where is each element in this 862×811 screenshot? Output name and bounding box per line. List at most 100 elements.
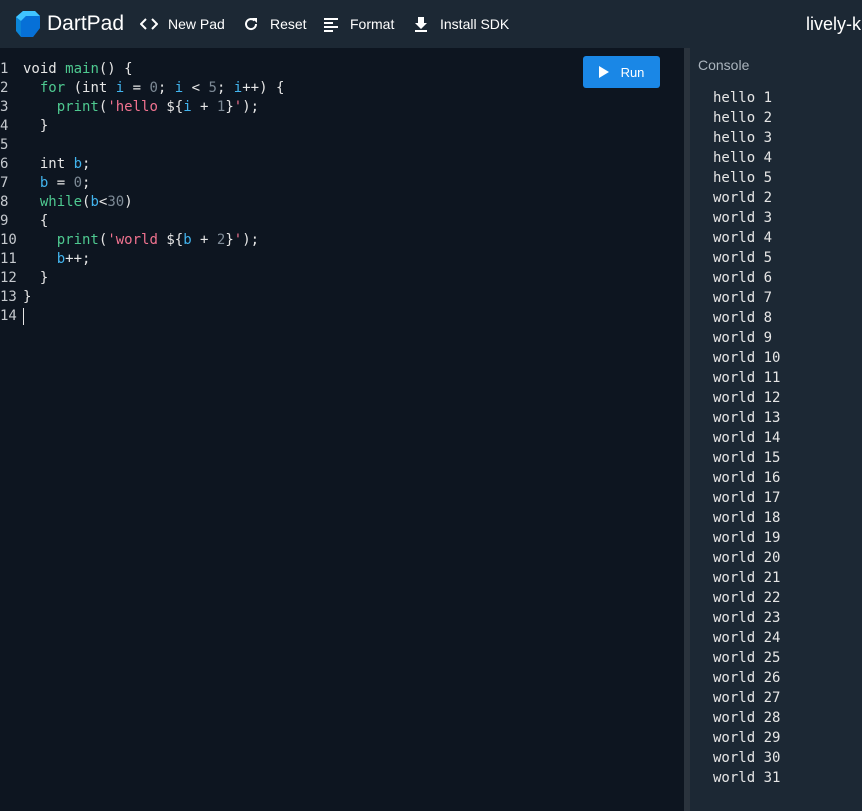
code-line[interactable]: 7 b = 0; xyxy=(0,174,684,193)
run-label: Run xyxy=(620,64,645,80)
line-number: 5 xyxy=(0,137,9,153)
code-token: { xyxy=(23,213,49,229)
code-token: ; xyxy=(82,156,91,172)
line-number: 8 xyxy=(0,194,9,210)
code-token: ' xyxy=(233,99,243,115)
line-number: 6 xyxy=(0,156,9,172)
line-number: 14 xyxy=(0,308,17,324)
code-line[interactable]: 5 xyxy=(0,136,684,155)
code-line[interactable]: 6 int b; xyxy=(0,155,684,174)
code-token: ; xyxy=(82,175,91,191)
install-sdk-button[interactable]: Install SDK xyxy=(412,12,509,36)
code-line[interactable]: 10 print('world ${b + 2}'); xyxy=(0,231,684,250)
line-text: b = 0; xyxy=(23,174,91,193)
code-token: ); xyxy=(242,99,260,115)
code-token: ${ xyxy=(166,232,184,248)
code-line[interactable]: 11 b++; xyxy=(0,250,684,269)
format-align-icon xyxy=(324,18,338,32)
code-line[interactable]: 8 while(b<30) xyxy=(0,193,684,212)
code-token: ) xyxy=(124,194,133,210)
code-token: int xyxy=(23,156,74,172)
console-line: world 22 xyxy=(713,590,781,606)
code-token: main xyxy=(65,61,99,77)
code-token: } xyxy=(23,270,49,286)
console-line: world 6 xyxy=(713,270,773,286)
code-token: 0 xyxy=(149,80,158,96)
dart-logo-icon xyxy=(16,11,40,37)
line-text: } xyxy=(23,117,48,136)
console-line: world 31 xyxy=(713,770,781,786)
console-line: hello 4 xyxy=(713,150,773,166)
install-sdk-label: Install SDK xyxy=(440,16,510,32)
console-line: world 23 xyxy=(713,610,781,626)
code-token: print xyxy=(56,99,99,115)
code-line[interactable]: 3 print('hello ${i + 1}'); xyxy=(0,98,684,117)
code-token: < xyxy=(183,80,209,96)
console-line: world 5 xyxy=(713,250,773,266)
console-line: world 10 xyxy=(713,350,781,366)
pad-name[interactable]: lively-k xyxy=(806,12,861,36)
console-line: world 28 xyxy=(713,710,781,726)
line-number: 4 xyxy=(0,118,9,134)
code-token: i xyxy=(115,80,125,96)
reset-button[interactable]: Reset xyxy=(242,12,307,36)
line-number: 9 xyxy=(0,213,9,229)
play-icon xyxy=(598,66,609,78)
code-line[interactable]: 1 void main() { xyxy=(0,60,684,79)
line-text: b++; xyxy=(23,250,91,269)
code-line[interactable]: 2 for (int i = 0; i < 5; i++) { xyxy=(0,79,684,98)
code-token: } xyxy=(225,232,234,248)
console-line: world 9 xyxy=(713,330,773,346)
code-line[interactable]: 13} xyxy=(0,288,684,307)
code-line[interactable]: 9 { xyxy=(0,212,684,231)
reset-label: Reset xyxy=(270,16,307,32)
code-line[interactable]: 14 xyxy=(0,307,684,326)
code-editor[interactable]: 1 void main() {2 for (int i = 0; i < 5; i… xyxy=(0,48,684,811)
new-pad-button[interactable]: New Pad xyxy=(140,12,225,36)
line-text: void main() { xyxy=(23,60,133,79)
console-line: hello 3 xyxy=(713,130,773,146)
code-token: ; xyxy=(157,80,175,96)
code-token: ; xyxy=(216,80,234,96)
console-line: world 17 xyxy=(713,490,781,506)
code-token: 'hello xyxy=(107,99,167,115)
code-token: 0 xyxy=(73,175,83,191)
code-token: ' xyxy=(233,232,243,248)
line-number: 12 xyxy=(0,270,17,286)
code-token: ); xyxy=(242,232,260,248)
console-line: world 8 xyxy=(713,310,773,326)
code-token: (int xyxy=(65,80,116,96)
code-token: for xyxy=(39,80,66,96)
run-button[interactable]: Run xyxy=(583,56,660,88)
format-button[interactable]: Format xyxy=(322,12,394,36)
console-line: world 18 xyxy=(713,510,781,526)
console-line: world 24 xyxy=(713,630,781,646)
brand-title: DartPad xyxy=(47,12,125,35)
line-text: } xyxy=(23,288,31,307)
line-text: { xyxy=(23,212,48,231)
code-token: b xyxy=(56,251,66,267)
code-token: while xyxy=(39,194,83,210)
code-line[interactable]: 4 } xyxy=(0,117,684,136)
console-line: world 4 xyxy=(713,230,773,246)
download-icon xyxy=(415,17,427,32)
line-number: 13 xyxy=(0,289,17,305)
line-number: 3 xyxy=(0,99,9,115)
console-line: world 20 xyxy=(713,550,781,566)
console-line: world 19 xyxy=(713,530,781,546)
console-line: world 2 xyxy=(713,190,773,206)
code-token: ++) { xyxy=(242,80,285,96)
console-line: world 27 xyxy=(713,690,781,706)
code-token: 'world xyxy=(107,232,167,248)
code-line[interactable]: 12 } xyxy=(0,269,684,288)
code-token: void xyxy=(23,61,66,77)
console-line: hello 5 xyxy=(713,170,773,186)
line-text: int b; xyxy=(23,155,91,174)
code-token: () { xyxy=(98,61,133,77)
code-lines[interactable]: 1 void main() {2 for (int i = 0; i < 5; i… xyxy=(0,60,684,326)
console-line: world 25 xyxy=(713,650,781,666)
code-token: 30 xyxy=(107,194,125,210)
format-label: Format xyxy=(350,16,395,32)
